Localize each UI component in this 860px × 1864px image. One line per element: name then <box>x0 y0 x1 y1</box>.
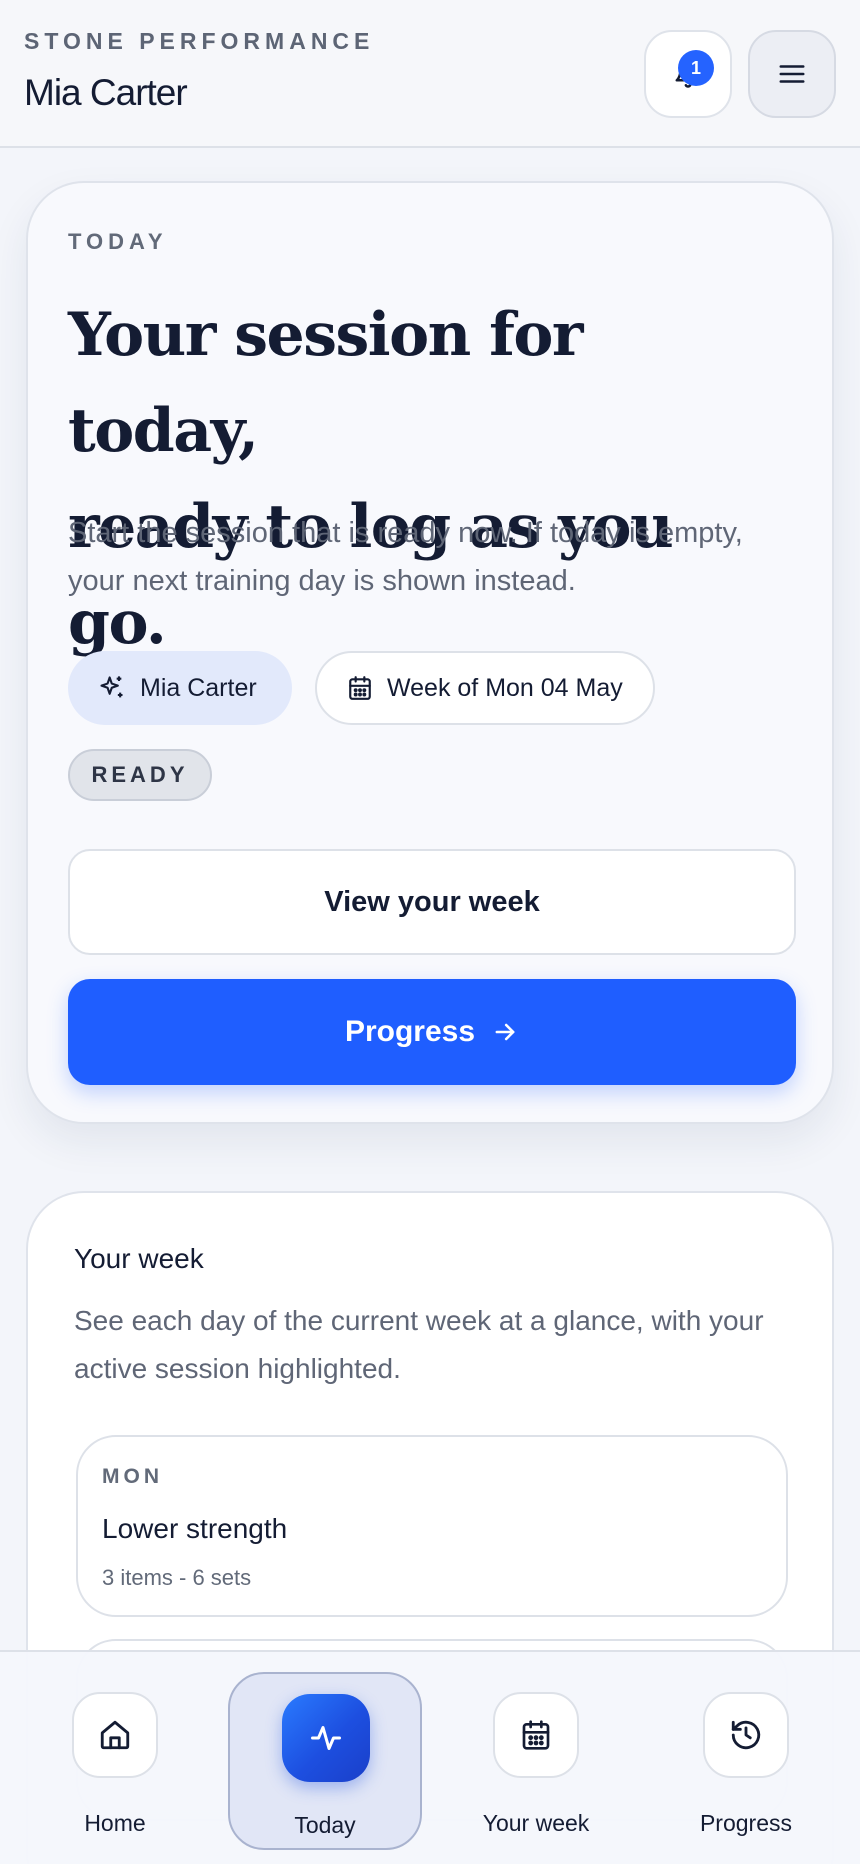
progress-button[interactable]: Progress <box>68 979 796 1085</box>
history-icon-wrap <box>703 1692 789 1778</box>
history-icon <box>731 1720 761 1750</box>
status-badge: READY <box>68 749 212 801</box>
activity-icon <box>311 1726 341 1750</box>
nav-today[interactable]: Today <box>228 1672 422 1850</box>
athlete-chip-label: Mia Carter <box>140 673 257 702</box>
header-user-name: Mia Carter <box>24 72 188 113</box>
menu-button[interactable] <box>748 30 836 118</box>
nav-your-week[interactable]: Your week <box>441 1652 631 1864</box>
nav-your-week-label: Your week <box>482 1810 590 1836</box>
sparkles-icon <box>100 676 123 698</box>
today-subtitle: Start the session that is ready now. If … <box>68 517 743 597</box>
view-week-button[interactable]: View your week <box>68 849 796 955</box>
bottom-nav: Home Today Your week Progress <box>0 1650 860 1864</box>
hamburger-icon <box>779 65 805 83</box>
nav-progress[interactable]: Progress <box>651 1652 841 1864</box>
week-chip-label: Week of Mon 04 May <box>387 673 623 702</box>
brand-name: STONE PERFORMANCE <box>24 28 375 54</box>
nav-home-label: Home <box>84 1810 146 1836</box>
nav-progress-label: Progress <box>699 1810 793 1836</box>
week-title: Your week <box>74 1243 204 1274</box>
week-chip: Week of Mon 04 May <box>315 651 655 725</box>
nav-today-label: Today <box>294 1812 356 1838</box>
arrow-right-icon <box>495 1023 515 1041</box>
activity-icon-wrap <box>282 1694 370 1782</box>
app-header: STONE PERFORMANCE Mia Carter 1 <box>0 0 860 148</box>
calendar-icon-wrap <box>493 1692 579 1778</box>
notification-badge: 1 <box>678 50 714 86</box>
athlete-chip: Mia Carter <box>68 651 292 725</box>
view-week-button-label: View your week <box>324 885 540 918</box>
nav-home[interactable]: Home <box>20 1652 210 1864</box>
day-session-name: Lower strength <box>102 1513 288 1544</box>
progress-button-label: Progress <box>344 1015 476 1048</box>
home-icon-wrap <box>72 1692 158 1778</box>
notifications-button[interactable]: 1 <box>644 30 732 118</box>
title-line-1: Your session for today, <box>68 300 584 466</box>
page-title: Your session for today, ready to log as … <box>68 287 788 671</box>
day-label: MON <box>102 1465 163 1488</box>
calendar-icon <box>522 1720 550 1750</box>
day-session-meta: 3 items - 6 sets <box>102 1565 252 1590</box>
today-eyebrow: TODAY <box>68 229 168 254</box>
day-item-mon[interactable]: MON Lower strength 3 items - 6 sets <box>76 1435 788 1617</box>
home-icon <box>100 1720 130 1750</box>
today-card: TODAY Your session for today, ready to l… <box>26 181 834 1124</box>
calendar-icon <box>349 676 371 700</box>
week-description: See each day of the current week at a gl… <box>74 1305 764 1384</box>
